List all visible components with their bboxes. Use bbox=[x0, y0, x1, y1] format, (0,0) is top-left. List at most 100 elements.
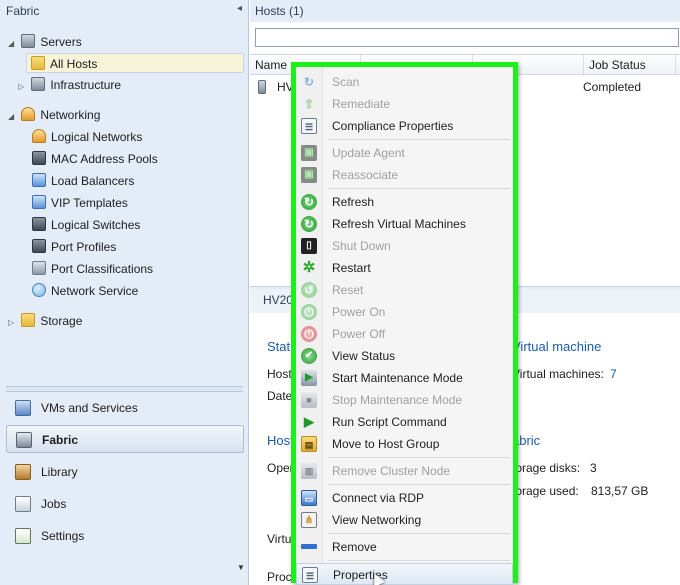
menu-item-reset[interactable]: ↺ Reset bbox=[296, 279, 513, 301]
menu-item-compliance-properties[interactable]: ☰ Compliance Properties bbox=[296, 115, 513, 137]
tree-item-storage[interactable]: ▷ Storage bbox=[8, 311, 82, 331]
servers-icon bbox=[21, 34, 36, 48]
hosts-header: Hosts (1) bbox=[250, 0, 680, 22]
logical-networks-icon bbox=[32, 129, 46, 143]
search-input[interactable] bbox=[255, 28, 679, 47]
scroll-down-icon[interactable]: ▼ bbox=[237, 563, 245, 572]
refresh-vms-icon: ↻ bbox=[301, 216, 317, 232]
tree-item-logical-networks[interactable]: Logical Networks bbox=[32, 127, 142, 147]
jobs-icon bbox=[15, 496, 31, 512]
tree-item-network-service[interactable]: Network Service bbox=[32, 281, 138, 301]
restart-icon: ✲ bbox=[302, 259, 316, 276]
tree-item-logical-switches[interactable]: Logical Switches bbox=[32, 215, 140, 235]
tree-item-networking[interactable]: ◢ Networking bbox=[8, 105, 100, 125]
compliance-properties-icon: ☰ bbox=[301, 118, 317, 134]
menu-item-restart[interactable]: ✲ Restart bbox=[296, 257, 513, 279]
menu-item-start-maintenance-mode[interactable]: ▶ Start Maintenance Mode bbox=[296, 367, 513, 389]
fabric-icon bbox=[16, 432, 32, 448]
menu-item-move-to-host-group[interactable]: ▤ Move to Host Group bbox=[296, 433, 513, 455]
scan-icon: ↻ bbox=[303, 75, 315, 89]
date-label: Date bbox=[267, 389, 293, 403]
menu-item-view-networking[interactable]: ⋔ View Networking bbox=[296, 509, 513, 531]
menu-item-stop-maintenance-mode[interactable]: ■ Stop Maintenance Mode bbox=[296, 389, 513, 411]
tree-item-port-classifications[interactable]: Port Classifications bbox=[32, 259, 153, 279]
tree-item-vip-templates[interactable]: VIP Templates bbox=[32, 193, 128, 213]
view-networking-icon: ⋔ bbox=[301, 512, 317, 528]
port-profile-icon bbox=[32, 239, 46, 253]
menu-item-run-script-command[interactable]: ▶ Run Script Command bbox=[296, 411, 513, 433]
view-status-icon: ✔ bbox=[301, 348, 317, 364]
menu-item-refresh-virtual-machines[interactable]: ↻ Refresh Virtual Machines bbox=[296, 213, 513, 235]
remediate-icon: ⇧ bbox=[303, 97, 315, 111]
menu-item-properties[interactable]: ☰ Properties bbox=[296, 563, 513, 585]
power-off-icon: ⏻ bbox=[301, 326, 317, 342]
menu-separator bbox=[328, 457, 510, 458]
menu-item-refresh[interactable]: ↻ Refresh bbox=[296, 191, 513, 213]
host-icon bbox=[258, 80, 266, 94]
oper-label: Oper bbox=[267, 461, 294, 475]
tree-item-infrastructure[interactable]: ▷ Infrastructure bbox=[18, 75, 121, 95]
tree-item-mac-address-pools[interactable]: MAC Address Pools bbox=[32, 149, 158, 169]
storage-used-value: 813,57 GB bbox=[591, 484, 649, 498]
update-agent-icon: ▣ bbox=[301, 145, 317, 161]
menu-item-shut-down[interactable]: ▯ Shut Down bbox=[296, 235, 513, 257]
load-balancer-icon bbox=[32, 173, 46, 187]
reset-icon: ↺ bbox=[301, 282, 317, 298]
vm-label: Virtual machines: bbox=[512, 367, 604, 381]
tree-item-all-hosts[interactable]: All Hosts bbox=[26, 53, 244, 73]
tree-item-load-balancers[interactable]: Load Balancers bbox=[32, 171, 134, 191]
menu-separator bbox=[328, 560, 510, 561]
vm-count-link[interactable]: 7 bbox=[610, 367, 617, 381]
column-job-status[interactable]: Job Status bbox=[584, 55, 676, 76]
menu-item-power-off[interactable]: ⏻ Power Off bbox=[296, 323, 513, 345]
tree-item-port-profiles[interactable]: Port Profiles bbox=[32, 237, 116, 257]
network-service-icon bbox=[32, 283, 46, 297]
rdp-icon: ▭ bbox=[301, 490, 317, 506]
menu-separator bbox=[328, 139, 510, 140]
workspace-settings[interactable]: Settings bbox=[6, 522, 244, 550]
workspace-jobs[interactable]: Jobs bbox=[6, 490, 244, 518]
storage-disks-value: 3 bbox=[590, 461, 597, 475]
logical-switch-icon bbox=[32, 217, 46, 231]
vip-template-icon bbox=[32, 195, 46, 209]
mac-pool-icon bbox=[32, 151, 46, 165]
job-status-value: Completed bbox=[583, 80, 642, 94]
shut-down-icon: ▯ bbox=[301, 238, 317, 254]
settings-icon bbox=[15, 528, 31, 544]
remove-icon bbox=[301, 544, 317, 549]
collapse-pane-icon[interactable]: ◂ bbox=[237, 3, 242, 14]
menu-item-scan[interactable]: ↻ Scan bbox=[296, 71, 513, 93]
menu-separator bbox=[328, 188, 510, 189]
menu-item-update-agent[interactable]: ▣ Update Agent bbox=[296, 142, 513, 164]
hosts-heading: Host bbox=[267, 433, 294, 448]
workspace-vms-and-services[interactable]: VMs and Services bbox=[6, 394, 244, 422]
host-label: Host bbox=[267, 367, 292, 381]
start-maintenance-icon: ▶ bbox=[301, 370, 317, 386]
infrastructure-icon bbox=[31, 77, 46, 91]
workspace-library[interactable]: Library bbox=[6, 458, 244, 486]
menu-item-power-on[interactable]: ⏻ Power On bbox=[296, 301, 513, 323]
menu-item-view-status[interactable]: ✔ View Status bbox=[296, 345, 513, 367]
virt-label: Virtu bbox=[267, 532, 292, 546]
stop-maintenance-icon: ■ bbox=[301, 392, 317, 408]
expander-icon[interactable]: ▷ bbox=[18, 77, 28, 97]
pane-header: Fabric ◂ bbox=[0, 0, 248, 22]
menu-item-reassociate[interactable]: ▣ Reassociate bbox=[296, 164, 513, 186]
storage-icon bbox=[21, 313, 36, 327]
menu-item-remove-cluster-node[interactable]: ▥ Remove Cluster Node bbox=[296, 460, 513, 482]
menu-item-remediate[interactable]: ⇧ Remediate bbox=[296, 93, 513, 115]
pane-splitter[interactable] bbox=[6, 386, 243, 392]
menu-item-remove[interactable]: Remove bbox=[296, 536, 513, 558]
run-script-icon: ▶ bbox=[304, 414, 314, 429]
menu-item-connect-via-rdp[interactable]: ▭ Connect via RDP bbox=[296, 487, 513, 509]
tree-item-servers[interactable]: ◢ Servers bbox=[8, 32, 82, 52]
power-on-icon: ⏻ bbox=[301, 304, 317, 320]
storage-used-label: torage used: bbox=[512, 484, 579, 498]
workspace-fabric[interactable]: Fabric bbox=[6, 425, 244, 453]
networking-icon bbox=[21, 107, 36, 121]
pane-title: Fabric bbox=[6, 4, 40, 18]
expander-icon[interactable]: ▷ bbox=[8, 313, 18, 333]
folder-icon bbox=[31, 56, 45, 70]
expander-icon[interactable]: ◢ bbox=[8, 34, 18, 54]
expander-icon[interactable]: ◢ bbox=[8, 107, 18, 127]
